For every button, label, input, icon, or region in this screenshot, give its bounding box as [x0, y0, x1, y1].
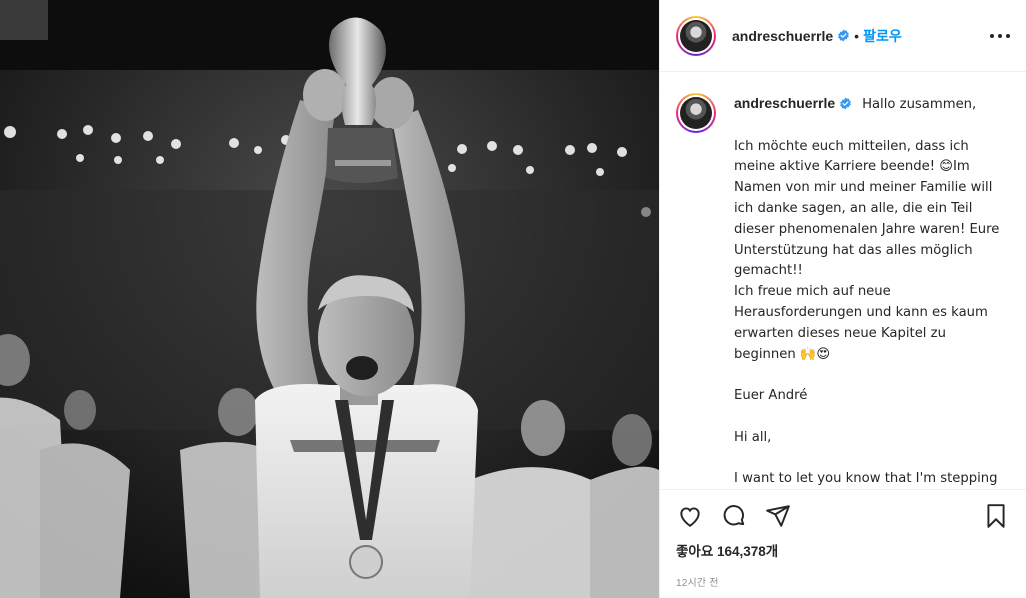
- post-timestamp[interactable]: 12시간 전: [676, 574, 1010, 589]
- post-actions: 좋아요 164,378개 12시간 전: [660, 489, 1026, 598]
- comments-area[interactable]: andreschuerrle Hallo zusammen, Ich möcht…: [660, 73, 1026, 489]
- caption-username[interactable]: andreschuerrle: [734, 94, 835, 113]
- separator-dot: •: [854, 27, 860, 44]
- follow-button[interactable]: 팔로우: [863, 26, 902, 46]
- more-options-icon[interactable]: [990, 26, 1010, 46]
- post-header: andreschuerrle • 팔로우: [660, 0, 1026, 72]
- caption-row: andreschuerrle Hallo zusammen, Ich möcht…: [676, 93, 1010, 489]
- bookmark-icon[interactable]: [982, 502, 1010, 530]
- header-avatar[interactable]: [676, 15, 716, 56]
- heart-icon[interactable]: [676, 502, 704, 530]
- post-side-panel: andreschuerrle • 팔로우 andreschuerrle Hall…: [659, 0, 1026, 598]
- action-icon-row: [676, 490, 1010, 542]
- caption-avatar[interactable]: [676, 93, 716, 133]
- verified-badge-icon: [838, 29, 850, 42]
- header-username[interactable]: andreschuerrle: [732, 28, 833, 44]
- likes-count[interactable]: 좋아요 164,378개: [676, 540, 1010, 560]
- comment-bubble-icon[interactable]: [720, 502, 748, 530]
- caption-body: andreschuerrle Hallo zusammen, Ich möcht…: [734, 93, 1002, 489]
- caption-text: Hallo zusammen, Ich möchte euch mitteile…: [734, 97, 1000, 487]
- paper-plane-icon[interactable]: [764, 502, 792, 530]
- verified-badge-icon: [840, 97, 852, 110]
- player-trophy-photo: [0, 0, 659, 598]
- post-photo[interactable]: [0, 0, 659, 598]
